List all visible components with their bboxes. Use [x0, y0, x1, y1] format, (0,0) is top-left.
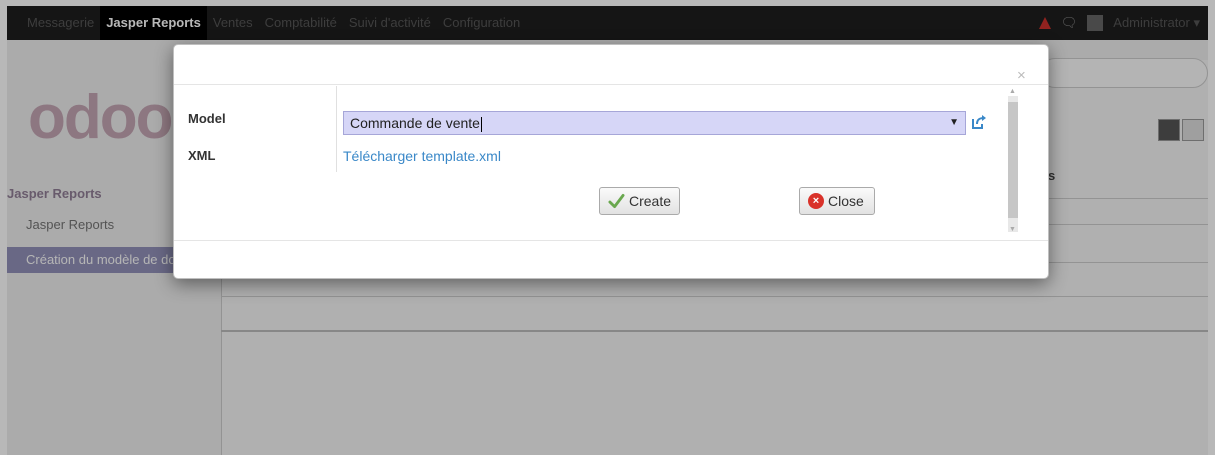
- model-select[interactable]: Commande de vente ▼: [343, 111, 966, 135]
- text-caret: [480, 116, 482, 132]
- scroll-up-icon[interactable]: ▲: [1009, 88, 1016, 95]
- field-separator: [336, 86, 337, 172]
- dialog-scrollbar[interactable]: ▲ ▼: [1006, 86, 1020, 240]
- download-template-link[interactable]: Télécharger template.xml: [343, 148, 501, 164]
- create-button-label: Create: [628, 193, 671, 209]
- template-dialog: × Model Commande de vente ▼ XML Téléchar…: [173, 44, 1049, 279]
- scroll-down-icon[interactable]: ▼: [1009, 226, 1016, 233]
- dialog-footer: [174, 240, 1048, 280]
- external-link-icon[interactable]: [970, 113, 988, 131]
- dropdown-arrow-icon[interactable]: ▼: [949, 112, 959, 134]
- model-label: Model: [188, 111, 226, 126]
- scrollbar-thumb[interactable]: [1008, 102, 1018, 218]
- create-button[interactable]: Create: [599, 187, 680, 215]
- xml-label: XML: [188, 148, 216, 163]
- dialog-body: Model Commande de vente ▼ XML Télécharge…: [174, 86, 1006, 240]
- dialog-close-icon[interactable]: ×: [1017, 67, 1026, 84]
- dialog-header: ×: [174, 45, 1048, 85]
- model-select-value: Commande de vente: [350, 115, 480, 131]
- close-button[interactable]: × Close: [799, 187, 875, 215]
- close-button-label: Close: [828, 193, 864, 209]
- check-icon: [608, 193, 625, 209]
- cancel-icon: ×: [808, 193, 824, 209]
